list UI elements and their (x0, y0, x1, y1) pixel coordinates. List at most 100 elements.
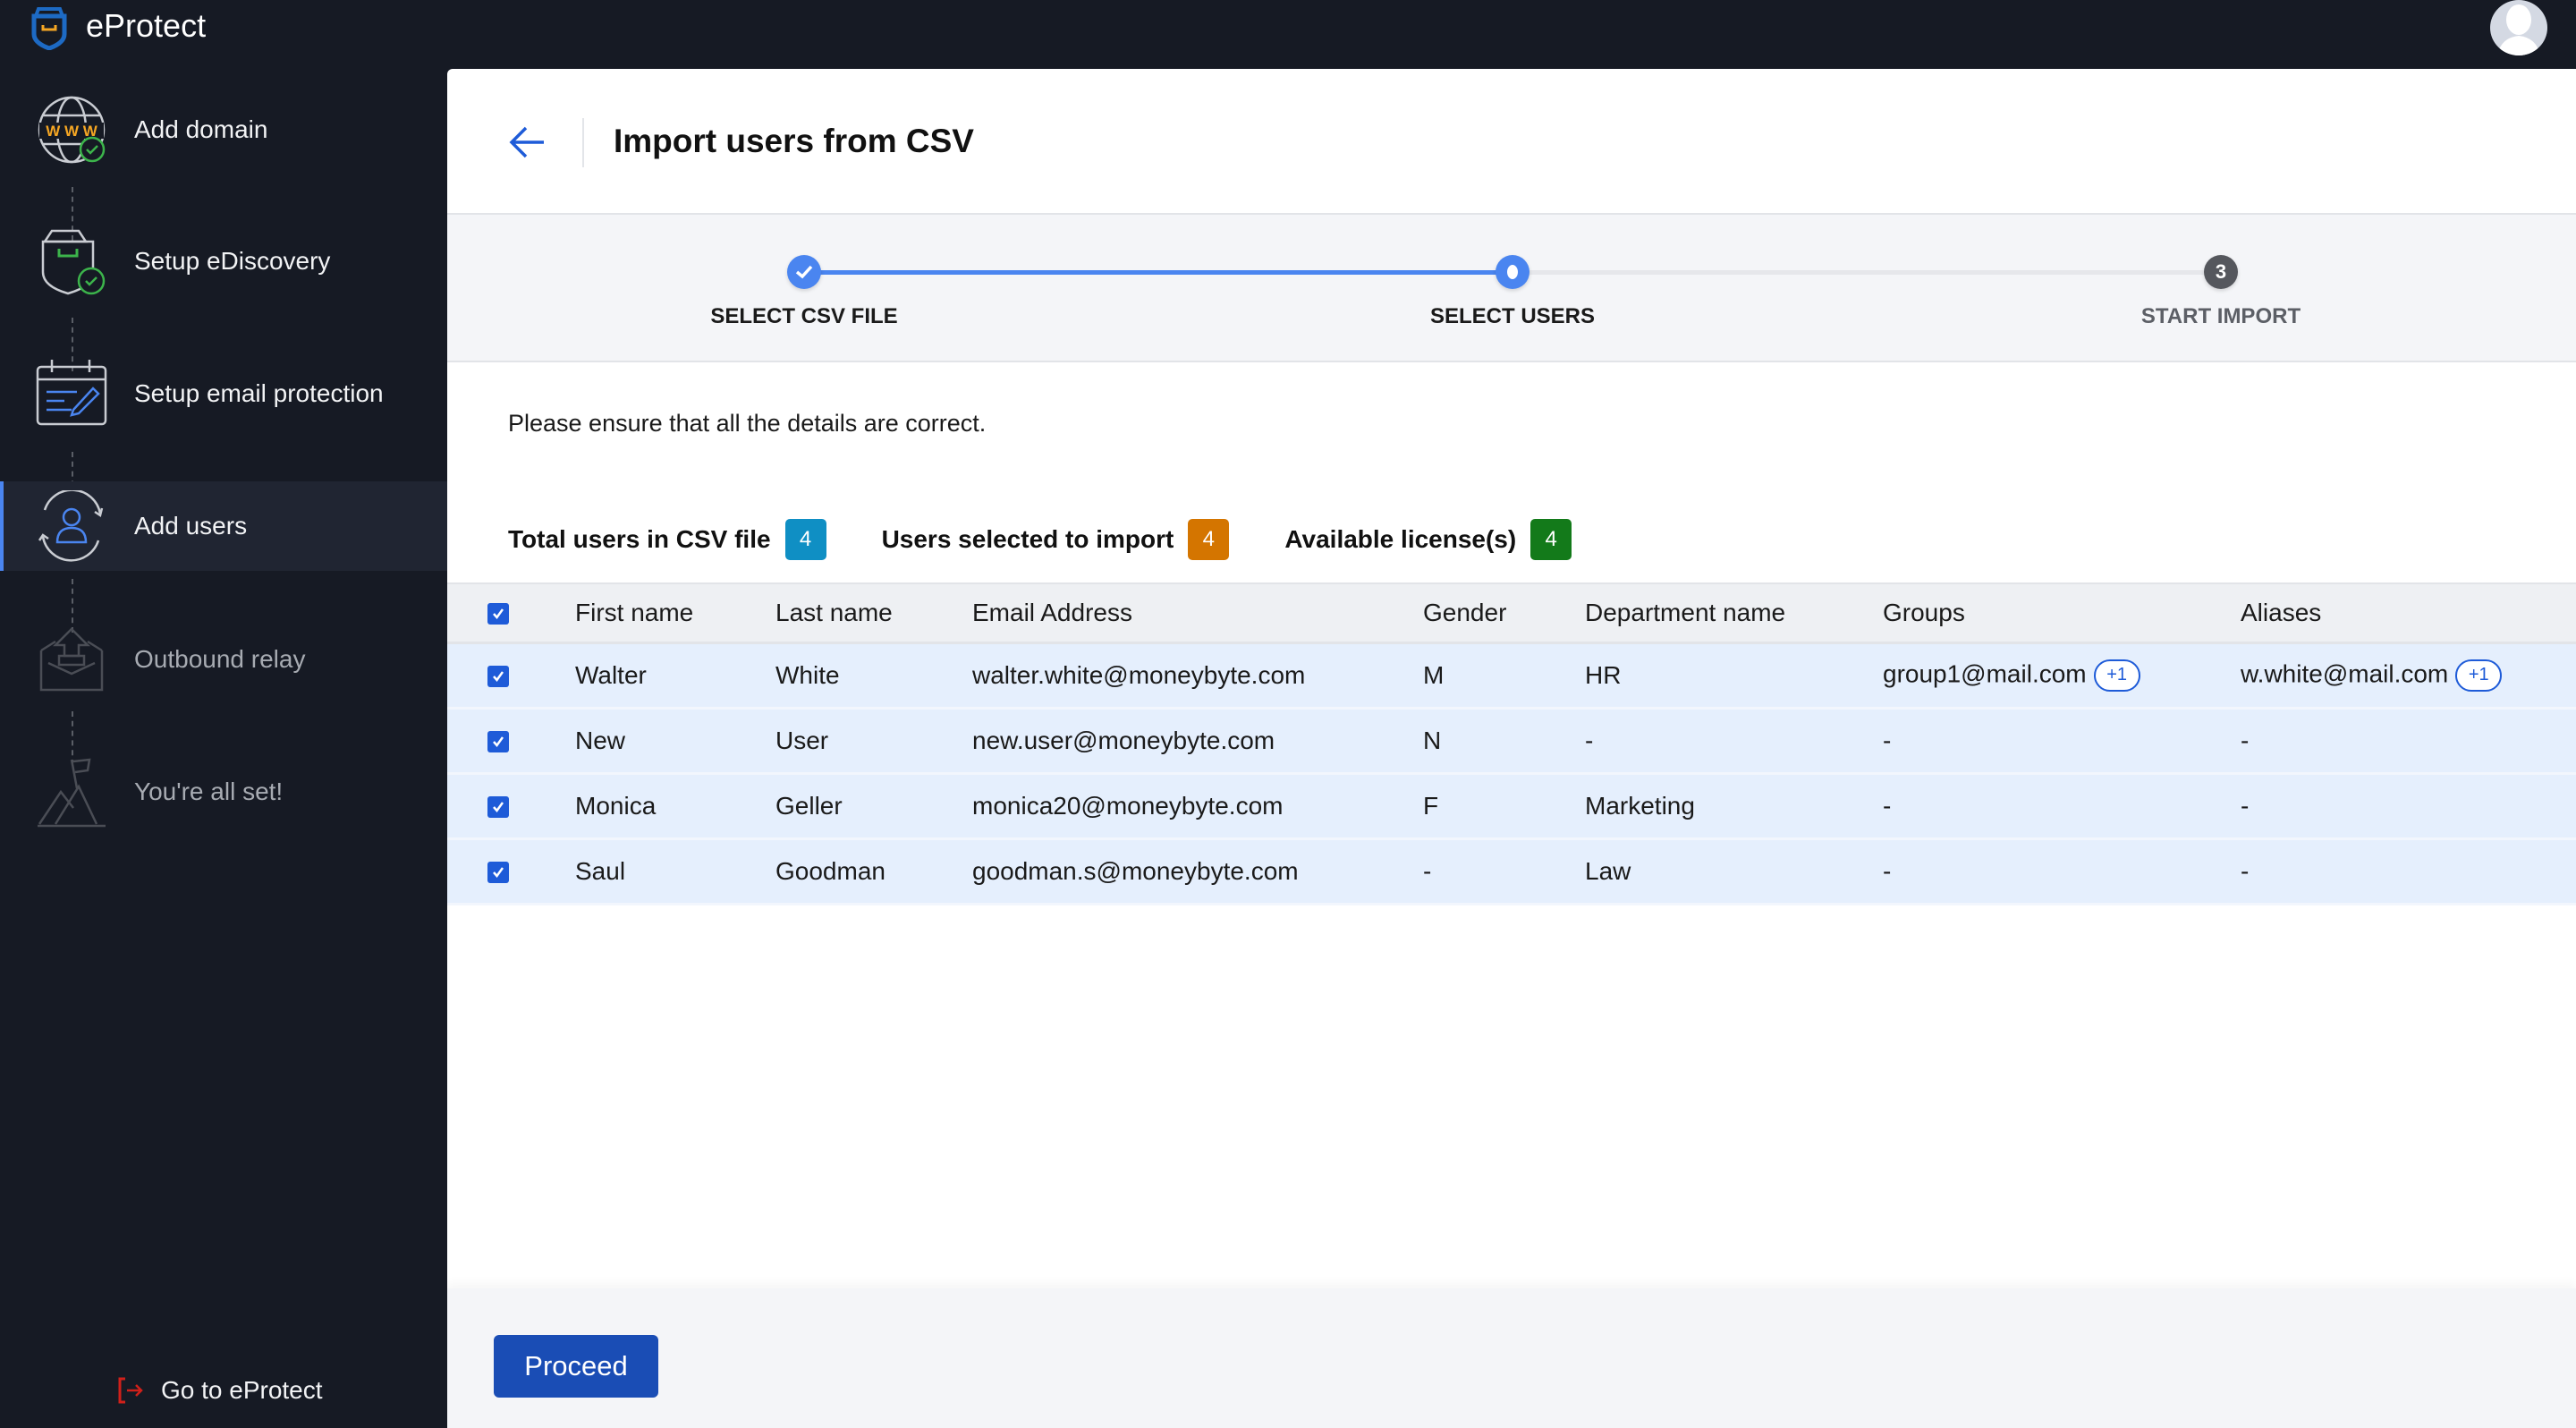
sidebar-item-label: Add domain (134, 115, 268, 143)
check-icon (493, 735, 504, 747)
step-2-current-dot (1496, 255, 1530, 289)
sidebar-item-label: You're all set! (134, 778, 284, 805)
cell-email: new.user@moneybyte.com (972, 726, 1275, 754)
sidebar-item-setup-ediscovery[interactable]: Setup eDiscovery (0, 217, 447, 306)
sidebar-item-label: Setup eDiscovery (134, 247, 331, 275)
cell-department: Law (1585, 856, 1631, 885)
header-divider (582, 118, 584, 167)
step-1-label: SELECT CSV FILE (710, 304, 898, 328)
cell-groups: - (1883, 791, 1892, 820)
mountain-flag-icon (38, 758, 106, 828)
check-icon (493, 866, 504, 878)
step-2-label: SELECT USERS (1429, 304, 1596, 328)
step-3-label: START IMPORT (2140, 304, 2301, 328)
stat-selected-users: Users selected to import 4 (882, 519, 1230, 560)
cell-gender: - (1423, 856, 1432, 885)
top-bar: eProtect (0, 0, 2576, 69)
cell-aliases: w.white@mail.com +1 (2241, 642, 2576, 708)
table-row[interactable]: Walter White walter.white@moneybyte.com … (447, 642, 2576, 708)
column-header-first-name[interactable]: First name (575, 583, 775, 642)
stat-badge: 4 (784, 519, 826, 560)
cell-gender: N (1423, 726, 1442, 754)
row-checkbox[interactable] (487, 861, 509, 883)
table-row[interactable]: New User new.user@moneybyte.com N - - - (447, 708, 2576, 773)
sidebar-item-setup-email-protection[interactable]: Setup email protection (0, 349, 447, 438)
table-row[interactable]: Saul Goodman goodman.s@moneybyte.com - L… (447, 838, 2576, 904)
users-table: First name Last name Email Address Gende… (447, 582, 2576, 905)
go-to-eprotect-link[interactable]: Go to eProtect (116, 1376, 323, 1405)
cell-last-name: Goodman (775, 856, 886, 885)
proceed-button[interactable]: Proceed (494, 1335, 658, 1398)
current-step-marker-icon (1507, 265, 1518, 279)
stepper-remaining-line (1513, 270, 2221, 275)
column-header-gender[interactable]: Gender (1423, 583, 1585, 642)
stat-total-users: Total users in CSV file 4 (508, 519, 826, 560)
step-3-pending-dot: 3 (2204, 255, 2238, 289)
column-header-groups[interactable]: Groups (1883, 583, 2241, 642)
cell-gender: F (1423, 791, 1439, 820)
app-title: eProtect (86, 7, 207, 44)
cell-department: HR (1585, 660, 1622, 689)
cell-department: Marketing (1585, 791, 1695, 820)
step-1-completed-dot (787, 255, 821, 289)
column-header-department[interactable]: Department name (1585, 583, 1883, 642)
cell-first-name: Walter (575, 660, 647, 689)
cell-gender: M (1423, 660, 1445, 689)
sidebar-item-add-domain[interactable]: W W W Add domain (0, 85, 447, 174)
cell-first-name: Monica (575, 791, 657, 820)
eprotect-logo-icon (31, 7, 67, 50)
column-header-aliases[interactable]: Aliases (2241, 583, 2576, 642)
globe-www-check-icon: W W W (38, 96, 106, 164)
stat-label: Users selected to import (881, 525, 1174, 553)
check-icon (493, 801, 504, 812)
cell-groups: group1@mail.com +1 (1883, 642, 2241, 708)
outbox-upload-icon (39, 627, 104, 692)
table-row[interactable]: Monica Geller monica20@moneybyte.com F M… (447, 773, 2576, 838)
action-footer: Proceed (447, 1288, 2576, 1428)
shield-check-icon (41, 229, 106, 295)
user-silhouette-icon (2497, 4, 2540, 55)
check-icon (795, 265, 813, 279)
cell-groups: - (1883, 726, 1892, 754)
column-header-email[interactable]: Email Address (972, 583, 1423, 642)
stepper-progress-line (804, 270, 1513, 275)
setup-sidebar: W W W Add domain Setup eDiscovery Setup … (0, 69, 447, 1428)
cell-last-name: User (775, 726, 829, 754)
cell-aliases: - (2241, 791, 2250, 820)
groups-more-badge[interactable]: +1 (2093, 659, 2140, 692)
sidebar-item-label: Outbound relay (134, 645, 306, 673)
stat-badge: 4 (1188, 519, 1230, 560)
cell-department: - (1585, 726, 1594, 754)
user-avatar[interactable] (2490, 0, 2547, 55)
main-panel: Import users from CSV SELECT CSV FILE SE… (447, 69, 2576, 1428)
row-checkbox[interactable] (487, 665, 509, 687)
sidebar-item-label: Add users (134, 512, 248, 540)
info-text: Please ensure that all the details are c… (508, 410, 987, 437)
sidebar-item-outbound-relay[interactable]: Outbound relay (0, 615, 447, 704)
sidebar-item-label: Setup email protection (134, 379, 384, 407)
cell-last-name: White (775, 660, 840, 689)
exit-icon (118, 1377, 143, 1404)
row-checkbox[interactable] (487, 795, 509, 818)
column-header-last-name[interactable]: Last name (775, 583, 972, 642)
cell-aliases: - (2241, 856, 2250, 885)
sidebar-item-all-set[interactable]: You're all set! (0, 747, 447, 837)
sidebar-item-add-users[interactable]: Add users (0, 481, 447, 571)
import-stepper: SELECT CSV FILE SELECT USERS 3 START IMP… (447, 215, 2576, 362)
step-3-number: 3 (2215, 260, 2227, 283)
check-icon (493, 608, 504, 619)
select-all-checkbox[interactable] (487, 602, 509, 625)
stat-available-licenses: Available license(s) 4 (1284, 519, 1572, 560)
row-checkbox[interactable] (487, 730, 509, 752)
page-header: Import users from CSV (447, 69, 2576, 215)
stat-label: Total users in CSV file (508, 525, 771, 553)
arrow-left-icon[interactable] (508, 124, 547, 160)
stat-label: Available license(s) (1284, 525, 1517, 553)
import-stats: Total users in CSV file 4 Users selected… (508, 519, 1627, 560)
aliases-more-badge[interactable]: +1 (2455, 659, 2503, 692)
cell-last-name: Geller (775, 791, 843, 820)
check-icon (493, 670, 504, 682)
page-title: Import users from CSV (614, 123, 974, 159)
cell-aliases: - (2241, 726, 2250, 754)
user-sync-icon (38, 490, 104, 562)
